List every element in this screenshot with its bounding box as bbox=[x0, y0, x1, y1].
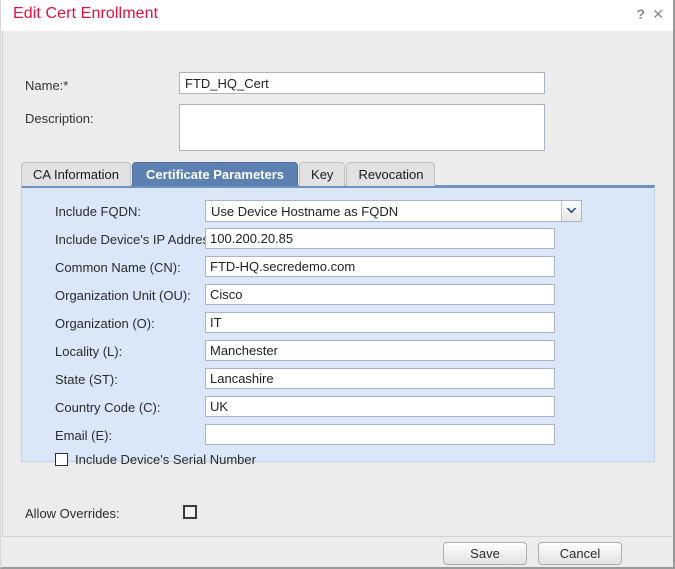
help-icon[interactable]: ? bbox=[636, 6, 645, 22]
name-input[interactable] bbox=[179, 72, 545, 94]
edit-cert-enrollment-dialog: Edit Cert Enrollment ? ✕ Name:* Descript… bbox=[0, 0, 675, 569]
organization-unit-label: Organization Unit (OU): bbox=[55, 288, 191, 303]
dialog-titlebar: Edit Cert Enrollment ? ✕ bbox=[1, 0, 673, 31]
description-input[interactable] bbox=[179, 104, 545, 151]
organization-label: Organization (O): bbox=[55, 316, 155, 331]
close-icon[interactable]: ✕ bbox=[652, 6, 664, 22]
tab-revocation[interactable]: Revocation bbox=[346, 162, 436, 186]
state-input[interactable] bbox=[205, 368, 555, 389]
include-serial-number-label: Include Device's Serial Number bbox=[75, 452, 256, 467]
include-ip-address-label: Include Device's IP Address: bbox=[55, 232, 220, 247]
dialog-body: Name:* Description: CA Information Certi… bbox=[2, 31, 672, 536]
include-fqdn-selected-value: Use Device Hostname as FQDN bbox=[206, 201, 561, 221]
allow-overrides-label: Allow Overrides: bbox=[25, 506, 120, 521]
organization-input[interactable] bbox=[205, 312, 555, 333]
state-label: State (ST): bbox=[55, 372, 118, 387]
allow-overrides-checkbox[interactable] bbox=[183, 505, 197, 519]
dialog-title: Edit Cert Enrollment bbox=[13, 5, 159, 22]
include-serial-number-checkbox[interactable] bbox=[55, 453, 68, 466]
common-name-label: Common Name (CN): bbox=[55, 260, 181, 275]
tab-certificate-parameters[interactable]: Certificate Parameters bbox=[132, 162, 299, 186]
locality-input[interactable] bbox=[205, 340, 555, 361]
tab-key[interactable]: Key bbox=[299, 162, 346, 186]
country-code-input[interactable] bbox=[205, 396, 555, 417]
country-code-label: Country Code (C): bbox=[55, 400, 161, 415]
save-button[interactable]: Save bbox=[443, 542, 527, 565]
include-fqdn-select[interactable]: Use Device Hostname as FQDN bbox=[205, 200, 582, 222]
email-input[interactable] bbox=[205, 424, 555, 445]
organization-unit-input[interactable] bbox=[205, 284, 555, 305]
dialog-footer: Save Cancel bbox=[2, 536, 672, 567]
certificate-parameters-panel: Include FQDN: Use Device Hostname as FQD… bbox=[21, 185, 655, 467]
common-name-input[interactable] bbox=[205, 256, 555, 277]
include-fqdn-label: Include FQDN: bbox=[55, 204, 141, 219]
cancel-button[interactable]: Cancel bbox=[538, 542, 622, 565]
name-label: Name:* bbox=[25, 78, 69, 93]
include-ip-address-input[interactable] bbox=[205, 228, 555, 249]
include-serial-number-row[interactable]: Include Device's Serial Number bbox=[55, 452, 256, 467]
email-label: Email (E): bbox=[55, 428, 113, 443]
locality-label: Locality (L): bbox=[55, 344, 123, 359]
chevron-down-icon[interactable] bbox=[561, 201, 581, 221]
description-label: Description: bbox=[25, 111, 94, 126]
tab-strip: CA Information Certificate Parameters Ke… bbox=[21, 162, 436, 186]
tab-ca-information[interactable]: CA Information bbox=[21, 162, 131, 186]
